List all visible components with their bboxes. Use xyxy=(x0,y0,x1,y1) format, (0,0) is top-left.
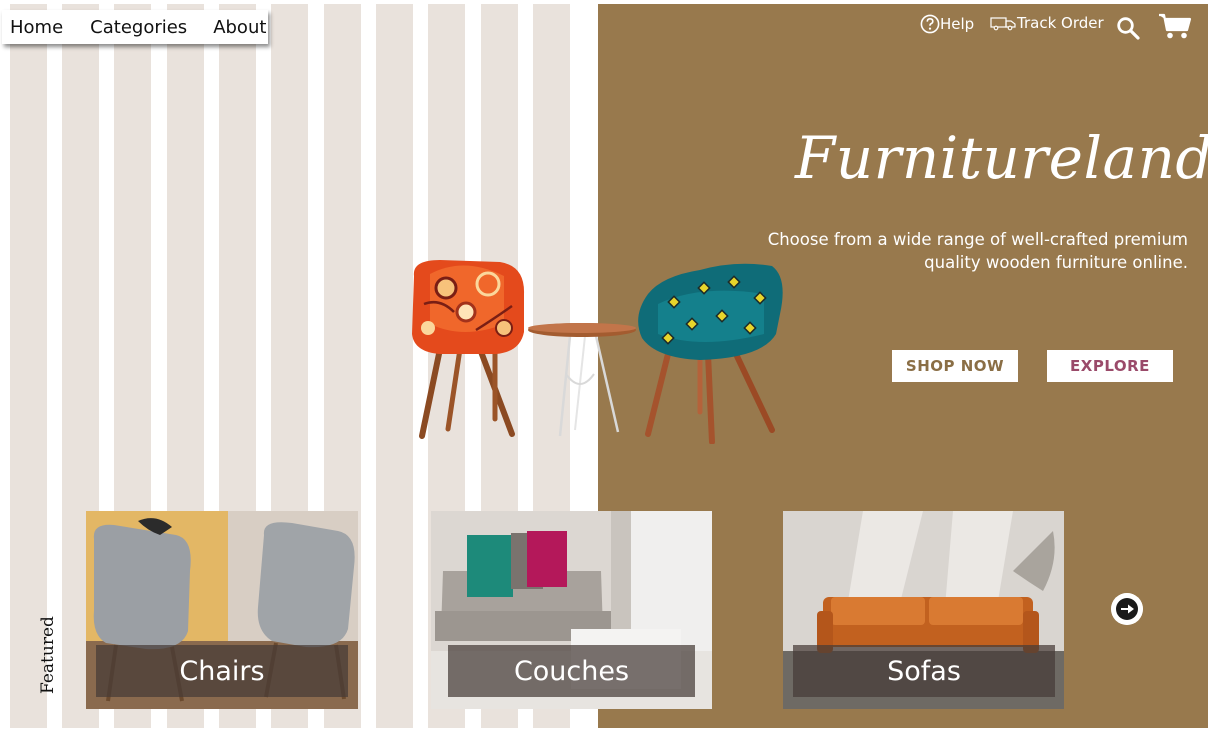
hero-tagline: Choose from a wide range of well-crafted… xyxy=(767,230,1188,272)
help-circle-icon xyxy=(920,14,940,34)
help-label: Help xyxy=(940,15,975,33)
search-icon[interactable] xyxy=(1116,16,1140,40)
brand-title: Furnitureland xyxy=(795,124,1208,192)
side-table xyxy=(528,323,636,437)
hero-chairs-image xyxy=(412,260,783,444)
orange-chair xyxy=(412,260,525,439)
cart-icon[interactable] xyxy=(1158,12,1192,40)
nav-about-link[interactable]: About xyxy=(213,17,266,38)
help-link[interactable]: Help xyxy=(920,14,974,34)
couches-label: Couches xyxy=(448,645,695,697)
track-order-label: Track Order xyxy=(1017,14,1104,32)
chairs-label: Chairs xyxy=(96,645,348,697)
main-nav: Home Categories About xyxy=(2,10,268,44)
featured-label: Featured xyxy=(38,609,62,694)
featured-text: Featured xyxy=(38,616,58,694)
category-card-chairs[interactable]: Chairs xyxy=(86,511,358,709)
nav-categories-link[interactable]: Categories xyxy=(90,17,187,38)
nav-home-link[interactable]: Home xyxy=(10,17,63,38)
category-card-sofas[interactable]: Sofas xyxy=(783,511,1064,709)
teal-chair xyxy=(638,263,783,444)
category-card-couches[interactable]: Couches xyxy=(431,511,712,709)
explore-button[interactable]: EXPLORE xyxy=(1047,350,1173,382)
shop-now-button[interactable]: SHOP NOW xyxy=(892,350,1018,382)
sofas-label: Sofas xyxy=(793,645,1055,697)
truck-icon xyxy=(990,17,1016,31)
track-order-link[interactable]: Track Order xyxy=(990,14,1104,32)
arrow-right-circle-icon[interactable] xyxy=(1111,593,1143,625)
page-frame: Home Categories About Help Track Order F… xyxy=(0,4,1208,728)
